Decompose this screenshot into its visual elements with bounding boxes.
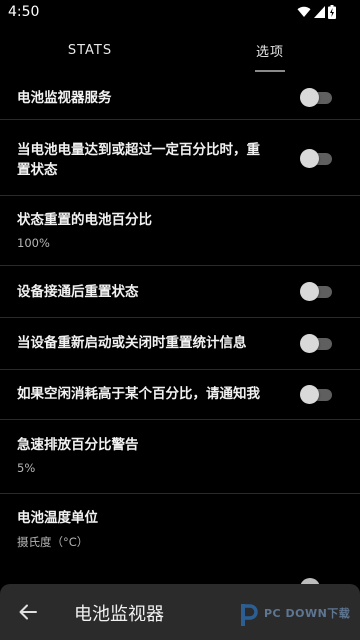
setting-idle-drain-notify[interactable]: 如果空闲消耗高于某个百分比，请通知我 [0, 370, 360, 420]
watermark-text: PC DOWN下载 [264, 607, 351, 620]
signal-icon [314, 6, 325, 18]
setting-title-line1: 当电池电量达到或超过一定百分比时，重 [17, 142, 260, 158]
bottom-bar: 电池监视器 PC DOWN下载 [0, 584, 360, 640]
tab-stats[interactable]: STATS [0, 28, 180, 72]
tab-options[interactable]: 选项 [180, 28, 360, 72]
setting-fast-drain-warning[interactable]: 急速排放百分比警告 5% [0, 420, 360, 494]
arrow-left-icon[interactable] [14, 598, 42, 626]
setting-reset-battery-percent[interactable]: 状态重置的电池百分比 100% [0, 196, 360, 266]
setting-title: 如果空闲消耗高于某个百分比，请通知我 [17, 386, 260, 402]
setting-title-line2: 置状态 [17, 162, 58, 178]
status-icons [297, 5, 336, 19]
battery-charging-icon [328, 5, 336, 19]
setting-reset-at-percent[interactable]: 当电池电量达到或超过一定百分比时，重 置状态 [0, 120, 360, 196]
status-bar: 4:50 [0, 0, 360, 24]
toggle-switch[interactable] [300, 148, 334, 168]
toggle-switch[interactable] [300, 87, 334, 107]
toggle-switch[interactable] [300, 281, 334, 301]
wifi-icon [297, 6, 311, 18]
setting-title: 设备接通后重置状态 [17, 284, 139, 300]
setting-title: 电池监视器服务 [17, 90, 112, 106]
setting-value: 5% [17, 461, 36, 475]
setting-title: 急速排放百分比警告 [17, 437, 139, 453]
setting-title: 当设备重新启动或关闭时重置统计信息 [17, 335, 247, 351]
setting-battery-monitor-service[interactable]: 电池监视器服务 [0, 74, 360, 120]
tab-bar: STATS 选项 [0, 28, 360, 72]
status-time: 4:50 [8, 4, 40, 20]
setting-value: 摄氏度（°C） [17, 535, 89, 549]
setting-title: 状态重置的电池百分比 [17, 212, 152, 228]
watermark-logo: PC DOWN下载 [240, 600, 352, 630]
app-title: 电池监视器 [74, 604, 164, 625]
setting-reset-on-plugged[interactable]: 设备接通后重置状态 [0, 266, 360, 318]
setting-reset-on-reboot[interactable]: 当设备重新启动或关闭时重置统计信息 [0, 318, 360, 370]
toggle-switch[interactable] [300, 384, 334, 404]
tab-indicator [255, 70, 285, 72]
toggle-switch[interactable] [300, 333, 334, 353]
setting-title: 电池温度单位 [17, 510, 98, 526]
setting-temperature-unit[interactable]: 电池温度单位 摄氏度（°C） [0, 494, 360, 574]
setting-value: 100% [17, 236, 50, 250]
